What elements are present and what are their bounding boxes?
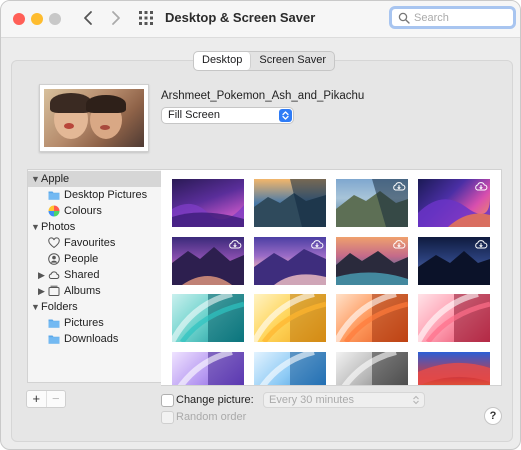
sidebar-item-downloads[interactable]: Downloads	[28, 331, 162, 347]
sidebar-item-favourites[interactable]: Favourites	[28, 235, 162, 251]
chevron-left-icon	[84, 11, 92, 25]
fit-option-value: Fill Screen	[168, 109, 220, 121]
current-wallpaper-preview	[39, 84, 149, 152]
wallpaper-tile[interactable]	[336, 352, 408, 385]
tab-screen-saver[interactable]: Screen Saver	[251, 52, 334, 70]
folder-icon	[48, 319, 60, 328]
stepper-arrows-icon	[413, 395, 419, 405]
wallpaper-tile[interactable]	[172, 294, 244, 342]
forward-button[interactable]	[105, 8, 125, 28]
show-all-button[interactable]	[138, 10, 154, 26]
sidebar-section-photos[interactable]: ▼ Photos	[28, 219, 162, 235]
title-bar: Desktop & Screen Saver	[1, 1, 520, 38]
tab-bar: Desktop Screen Saver	[193, 51, 336, 71]
tab-desktop[interactable]: Desktop	[194, 52, 252, 70]
close-window-button[interactable]	[13, 13, 25, 25]
window-title: Desktop & Screen Saver	[165, 10, 316, 25]
wallpaper-tile[interactable]	[418, 237, 490, 285]
person-icon	[48, 253, 60, 265]
wallpaper-tile[interactable]	[336, 237, 408, 285]
color-wheel-icon	[48, 205, 60, 217]
wallpaper-tile[interactable]	[254, 294, 326, 342]
wallpaper-tile[interactable]	[172, 352, 244, 385]
cloud-icon	[48, 271, 60, 279]
cloud-download-icon[interactable]	[392, 239, 406, 249]
search-field[interactable]	[389, 6, 516, 29]
sidebar-item-pictures[interactable]: Pictures	[28, 315, 162, 331]
disclosure-right-icon[interactable]: ▶	[38, 283, 45, 299]
sidebar-item-albums[interactable]: ▶ Albums	[28, 283, 162, 299]
cloud-download-icon[interactable]	[474, 181, 488, 191]
sidebar-section-folders[interactable]: ▼ Folders	[28, 299, 162, 315]
zoom-window-button[interactable]	[49, 13, 61, 25]
cloud-download-icon[interactable]	[310, 239, 324, 249]
current-wallpaper-image	[44, 89, 144, 147]
search-icon	[398, 12, 410, 24]
remove-folder-button[interactable]: −	[45, 391, 66, 407]
change-interval-select[interactable]: Every 30 minutes	[263, 392, 425, 408]
change-picture-checkbox[interactable]	[161, 394, 174, 407]
random-order-checkbox[interactable]	[161, 411, 174, 424]
random-order-label: Random order	[176, 411, 247, 423]
cloud-download-icon[interactable]	[392, 181, 406, 191]
wallpaper-tile[interactable]	[418, 352, 490, 385]
sidebar-item-colours[interactable]: Colours	[28, 203, 162, 219]
sidebar-item-desktop-pictures[interactable]: Desktop Pictures	[28, 187, 162, 203]
disclosure-down-icon[interactable]: ▼	[31, 171, 40, 187]
folder-icon	[48, 335, 60, 344]
folder-icon	[48, 191, 60, 200]
add-folder-button[interactable]: +	[27, 391, 46, 407]
sidebar-section-apple[interactable]: ▼ Apple	[28, 171, 162, 187]
wallpaper-tile[interactable]	[336, 179, 408, 227]
fit-option-select[interactable]: Fill Screen	[161, 107, 294, 124]
minimize-window-button[interactable]	[31, 13, 43, 25]
wallpaper-tile[interactable]	[418, 294, 490, 342]
wallpaper-tile[interactable]	[254, 179, 326, 227]
wallpaper-tile[interactable]	[172, 237, 244, 285]
add-remove-folder-control: + −	[26, 390, 66, 408]
wallpaper-tile[interactable]	[254, 237, 326, 285]
grid-icon	[139, 11, 153, 25]
disclosure-right-icon[interactable]: ▶	[38, 267, 45, 283]
disclosure-down-icon[interactable]: ▼	[31, 219, 40, 235]
change-interval-value: Every 30 minutes	[269, 394, 354, 406]
chevron-right-icon	[112, 11, 120, 25]
back-button[interactable]	[79, 8, 99, 28]
disclosure-down-icon[interactable]: ▼	[31, 299, 40, 315]
album-icon	[48, 285, 60, 296]
wallpaper-tile[interactable]	[336, 294, 408, 342]
preferences-window: Desktop & Screen Saver Desktop Screen Sa…	[0, 0, 521, 450]
sidebar-item-shared[interactable]: ▶ Shared	[28, 267, 162, 283]
change-picture-label: Change picture:	[176, 394, 254, 406]
cloud-download-icon[interactable]	[228, 239, 242, 249]
sidebar-item-people[interactable]: People	[28, 251, 162, 267]
help-button[interactable]: ?	[484, 407, 502, 425]
source-sidebar: ▼ Apple Desktop Pictures Colours ▼ Photo…	[27, 169, 163, 383]
wallpaper-tile[interactable]	[254, 352, 326, 385]
cloud-download-icon[interactable]	[474, 239, 488, 249]
stepper-arrows-icon	[279, 109, 292, 122]
search-input[interactable]	[414, 10, 509, 25]
wallpaper-filename: Arshmeet_Pokemon_Ash_and_Pikachu	[161, 90, 365, 102]
wallpaper-gallery	[161, 169, 502, 386]
wallpaper-tile[interactable]	[172, 179, 244, 227]
wallpaper-tile[interactable]	[418, 179, 490, 227]
heart-icon	[48, 237, 60, 249]
